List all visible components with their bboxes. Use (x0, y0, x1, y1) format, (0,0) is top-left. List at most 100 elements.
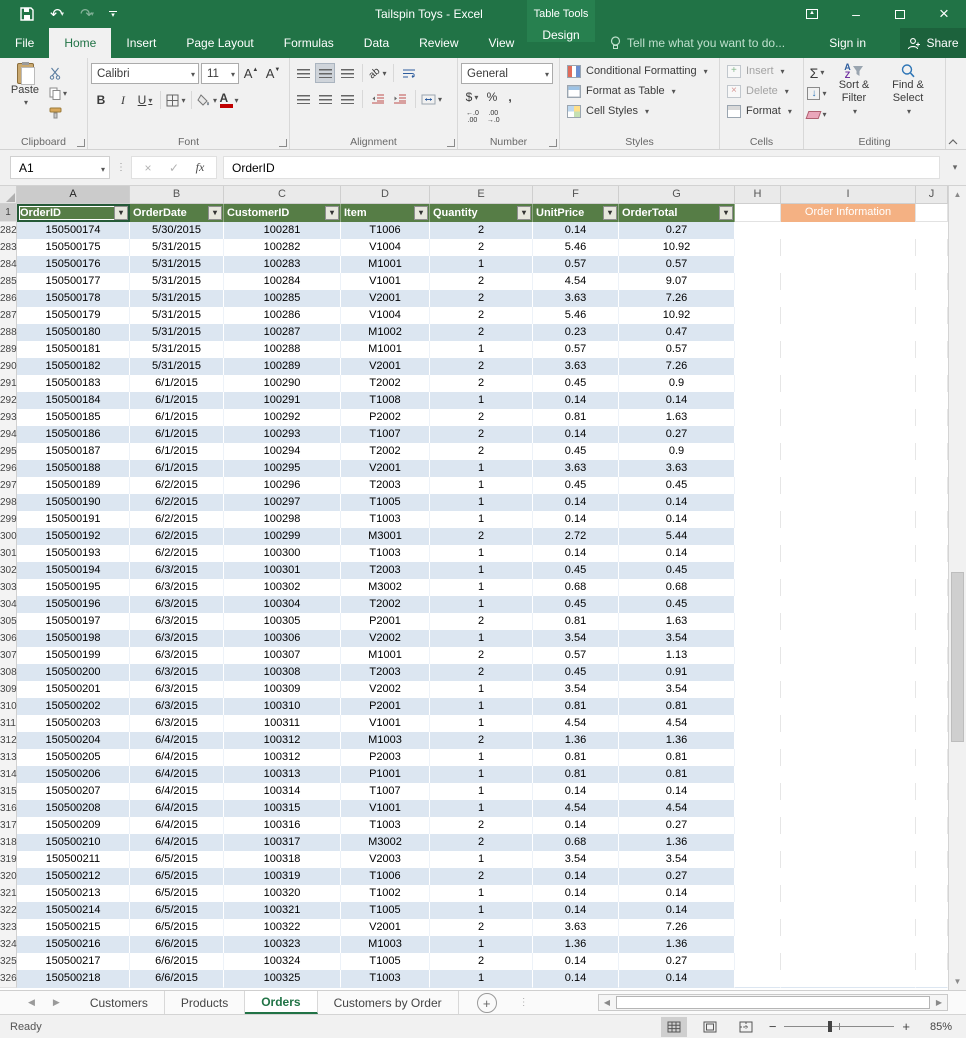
cell[interactable]: 0.27 (619, 817, 735, 835)
insert-function-icon[interactable]: fx (188, 160, 212, 175)
font-name-select[interactable]: Calibri (91, 63, 199, 84)
cell[interactable]: 3.63 (533, 290, 619, 308)
cell[interactable]: 0.68 (619, 579, 735, 597)
sheet-bar-splitter[interactable]: ⋮ (519, 991, 529, 1014)
cell[interactable]: 100297 (224, 494, 341, 512)
normal-view-button[interactable] (660, 1016, 687, 1037)
cell[interactable]: 6/3/2015 (130, 715, 224, 733)
cell[interactable]: 0.57 (533, 256, 619, 274)
cell[interactable]: 100323 (224, 936, 341, 954)
cell[interactable]: 6/1/2015 (130, 392, 224, 410)
cell[interactable]: 0.45 (533, 664, 619, 682)
cell-empty[interactable] (735, 817, 781, 835)
name-box[interactable]: A1 (10, 156, 110, 179)
cell[interactable]: 6/1/2015 (130, 426, 224, 444)
sheet-tab-customers-by-order[interactable]: Customers by Order (318, 991, 459, 1014)
cell[interactable]: M1003 (341, 732, 430, 750)
cell-styles-button[interactable]: Cell Styles (563, 101, 716, 121)
bottom-align-button[interactable] (337, 63, 357, 83)
cell[interactable]: 0.14 (619, 494, 735, 512)
cell[interactable]: 5.46 (533, 239, 619, 257)
cell-empty[interactable] (916, 851, 948, 869)
scroll-right-icon[interactable]: ▶ (931, 998, 947, 1007)
cell[interactable]: 150500205 (17, 749, 130, 767)
cell-empty[interactable] (781, 800, 916, 818)
cell[interactable]: P2002 (341, 409, 430, 427)
cell-empty[interactable] (735, 290, 781, 308)
row-number[interactable]: 290 (0, 358, 17, 376)
share-button[interactable]: Share (900, 28, 966, 58)
cell[interactable]: 100288 (224, 341, 341, 359)
cell[interactable]: 0.14 (533, 970, 619, 988)
cell-empty[interactable] (781, 511, 916, 529)
cell-empty[interactable] (781, 953, 916, 971)
cell[interactable]: 1 (430, 392, 533, 410)
cell[interactable]: 1 (430, 783, 533, 801)
cell[interactable]: 100305 (224, 613, 341, 631)
font-dialog-launcher[interactable] (279, 139, 287, 147)
cell[interactable]: 6/1/2015 (130, 460, 224, 478)
cell-empty[interactable] (916, 715, 948, 733)
cell-empty[interactable] (781, 885, 916, 903)
cell[interactable]: 150500189 (17, 477, 130, 495)
cell[interactable]: 150500192 (17, 528, 130, 546)
cell-empty[interactable] (916, 256, 948, 274)
column-header-A[interactable]: A (17, 186, 130, 204)
cell[interactable]: 7.26 (619, 290, 735, 308)
cell[interactable]: 1.36 (533, 936, 619, 954)
cell-empty[interactable] (781, 766, 916, 784)
cell[interactable]: 6/4/2015 (130, 732, 224, 750)
cell-empty[interactable] (781, 375, 916, 393)
cell[interactable]: 6/2/2015 (130, 477, 224, 495)
cell[interactable]: 150500184 (17, 392, 130, 410)
row-number[interactable]: 299 (0, 511, 17, 529)
increase-font-size-button[interactable]: A ▲ (241, 64, 261, 84)
cell-empty[interactable] (735, 766, 781, 784)
cell-empty[interactable] (916, 783, 948, 801)
cell[interactable]: 3.54 (533, 681, 619, 699)
cell-empty[interactable] (781, 528, 916, 546)
cell[interactable]: 6/2/2015 (130, 528, 224, 546)
cell[interactable]: 100300 (224, 545, 341, 563)
cell-empty[interactable] (916, 273, 948, 291)
row-number[interactable]: 307 (0, 647, 17, 665)
cell[interactable]: 150500183 (17, 375, 130, 393)
row-number[interactable]: 291 (0, 375, 17, 393)
row-number[interactable]: 298 (0, 494, 17, 512)
decrease-font-size-button[interactable]: A ▼ (263, 64, 283, 84)
cell[interactable]: 1 (430, 800, 533, 818)
cell-empty[interactable] (916, 443, 948, 461)
cell[interactable]: 6/6/2015 (130, 970, 224, 988)
cell[interactable]: P1001 (341, 766, 430, 784)
cell[interactable]: 5/31/2015 (130, 239, 224, 257)
cell[interactable]: 0.14 (619, 970, 735, 988)
row-number[interactable]: 308 (0, 664, 17, 682)
cell[interactable]: 100316 (224, 817, 341, 835)
increase-indent-button[interactable] (390, 89, 410, 109)
cell[interactable]: 150500179 (17, 307, 130, 325)
cell[interactable]: V2002 (341, 681, 430, 699)
cell[interactable]: 6/3/2015 (130, 579, 224, 597)
cell[interactable]: 100324 (224, 953, 341, 971)
cell[interactable]: 2 (430, 647, 533, 665)
row-number[interactable]: 295 (0, 443, 17, 461)
cell[interactable]: 2 (430, 307, 533, 325)
cell[interactable]: 150500199 (17, 647, 130, 665)
cell[interactable]: 2 (430, 239, 533, 257)
clipboard-dialog-launcher[interactable] (77, 139, 85, 147)
cell[interactable]: T2003 (341, 664, 430, 682)
horizontal-scrollbar[interactable]: ◀ ▶ (598, 994, 948, 1011)
cell-empty[interactable] (735, 358, 781, 376)
cell[interactable]: 6/4/2015 (130, 766, 224, 784)
formula-bar-splitter[interactable]: ⋮ (116, 162, 126, 173)
cell[interactable]: 6/2/2015 (130, 545, 224, 563)
cell-empty[interactable] (781, 664, 916, 682)
filter-dropdown-icon[interactable]: ▾ (414, 206, 428, 220)
cell-empty[interactable] (735, 919, 781, 937)
number-format-select[interactable]: General (461, 63, 553, 84)
cell[interactable]: 150500202 (17, 698, 130, 716)
row-number[interactable]: 315 (0, 783, 17, 801)
cell[interactable]: 0.45 (619, 596, 735, 614)
cell[interactable]: 0.9 (619, 375, 735, 393)
table-header-orderdate[interactable]: OrderDate ▾ (130, 204, 224, 222)
